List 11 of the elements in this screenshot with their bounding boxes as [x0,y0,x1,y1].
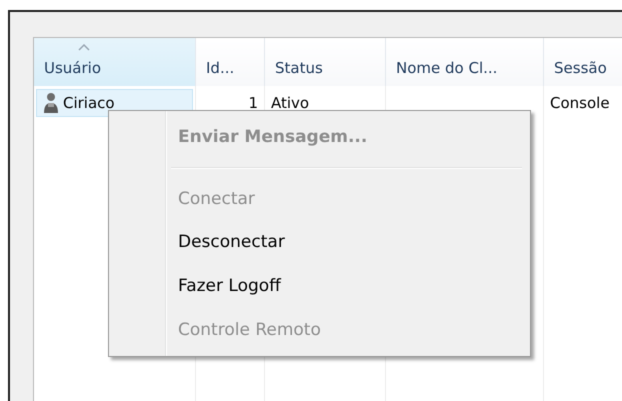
column-header[interactable]: Id... [196,38,265,86]
column-header[interactable]: Status [265,38,386,86]
table-cell-text: Console [549,93,611,114]
cell-text: Ciriaco [63,94,115,112]
menu-item[interactable]: Desconectar [111,220,528,264]
user-icon [43,92,59,114]
column-header[interactable]: Nome do Cl... [386,38,544,86]
menu-item[interactable]: Fazer Logoff [111,264,528,308]
table-cell-text: Ativo [270,93,310,114]
column-header[interactable]: Usuário [34,38,196,86]
table-cell-text: 1 [247,93,259,114]
